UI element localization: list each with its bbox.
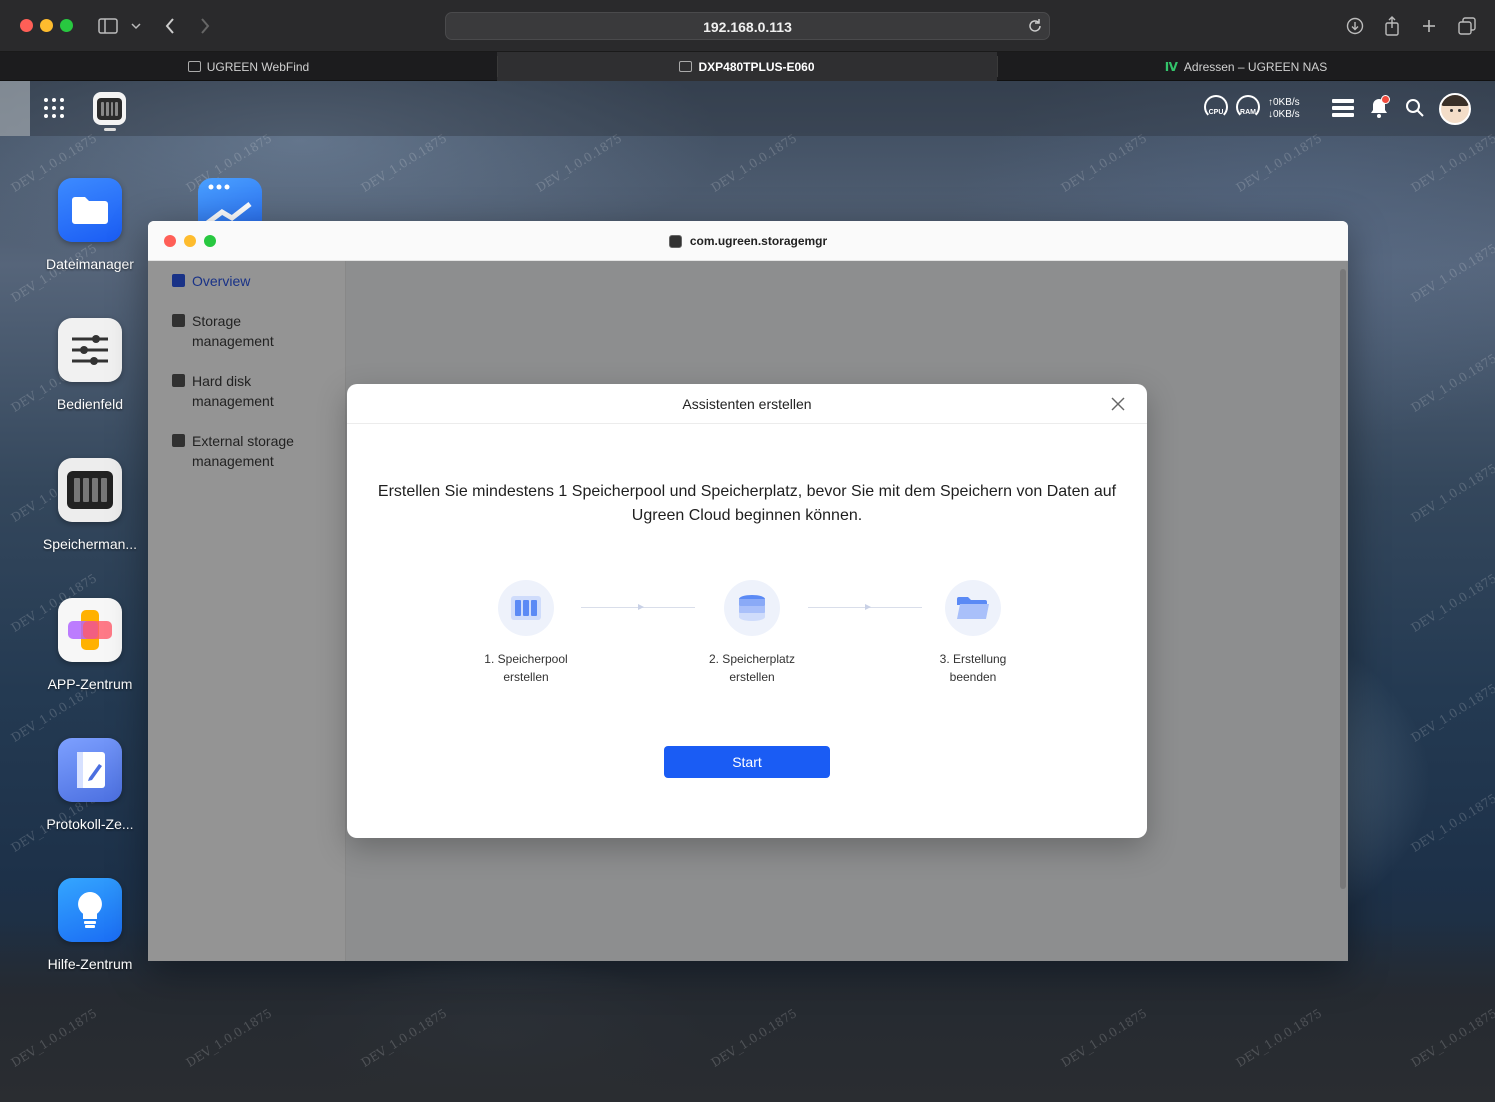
- window-title: com.ugreen.storagemgr: [148, 234, 1348, 248]
- storage-pool-icon: [498, 580, 554, 636]
- watermark: DEV_1.0.0.1875: [1408, 571, 1495, 635]
- storage-manager-taskbar-icon[interactable]: [93, 92, 126, 125]
- upload-speed: ↑0KB/s: [1268, 97, 1300, 108]
- tab-bar: UGREEN WebFind DXP480TPLUS-E060 Ⅳ Adress…: [0, 52, 1495, 81]
- create-wizard-dialog: Assistenten erstellen Erstellen Sie mind…: [347, 384, 1147, 838]
- window-title-text: com.ugreen.storagemgr: [689, 234, 828, 248]
- reload-icon[interactable]: [1027, 18, 1043, 34]
- chevron-down-icon[interactable]: [124, 14, 148, 38]
- dialog-title: Assistenten erstellen: [682, 396, 812, 412]
- watermark: DEV_1.0.0.1875: [708, 131, 800, 195]
- desktop-icon-app-zentrum[interactable]: APP-Zentrum: [40, 598, 140, 692]
- step-create-pool: 1. Speicherpool erstellen: [461, 580, 591, 686]
- collapsed-panel: [0, 81, 30, 136]
- step-label: 3. Erstellung beenden: [939, 652, 1007, 684]
- ram-gauge-icon[interactable]: RAM: [1236, 95, 1260, 119]
- app-grid-icon[interactable]: [44, 98, 64, 118]
- share-icon[interactable]: [1380, 14, 1404, 38]
- notification-bell-icon[interactable]: [1366, 95, 1392, 121]
- download-icon[interactable]: [1343, 14, 1367, 38]
- dialog-description: Erstellen Sie mindestens 1 Speicherpool …: [377, 483, 1117, 524]
- sidebar-toggle-icon[interactable]: [96, 14, 120, 38]
- tab-ugreen-webfind[interactable]: UGREEN WebFind: [0, 52, 497, 81]
- tab-dxp480tplus[interactable]: DXP480TPLUS-E060: [497, 52, 997, 81]
- watermark: DEV_1.0.0.1875: [1408, 351, 1495, 415]
- desktop-icon-bedienfeld[interactable]: Bedienfeld: [40, 318, 140, 412]
- address-bar[interactable]: 192.168.0.113: [445, 12, 1050, 40]
- dialog-header: Assistenten erstellen: [347, 384, 1147, 424]
- folder-icon: [58, 178, 122, 242]
- network-speed[interactable]: ↑0KB/s ↓0KB/s: [1268, 97, 1300, 121]
- browser-toolbar: 192.168.0.113: [0, 0, 1495, 52]
- step-connector: [808, 604, 922, 610]
- sliders-icon: [58, 318, 122, 382]
- forward-button-icon[interactable]: [193, 14, 217, 38]
- watermark: DEV_1.0.0.1875: [358, 131, 450, 195]
- desktop-icon-hilfe-zentrum[interactable]: Hilfe-Zentrum: [40, 878, 140, 972]
- step-finish: 3. Erstellung beenden: [908, 580, 1038, 686]
- notification-badge: [1381, 95, 1390, 104]
- nas-drive-icon: [58, 458, 122, 522]
- watermark: DEV_1.0.0.1875: [1408, 681, 1495, 745]
- cpu-label: CPU: [1208, 109, 1224, 116]
- step-connector: [581, 604, 695, 610]
- tab-divider: [497, 56, 498, 77]
- ram-label: RAM: [1240, 109, 1256, 116]
- step-label: 1. Speicherpool erstellen: [484, 652, 568, 684]
- tab-label: Adressen – UGREEN NAS: [1183, 59, 1328, 74]
- app-icon: [668, 234, 682, 248]
- desktop-icon-label: Hilfe-Zentrum: [47, 956, 133, 972]
- cpu-gauge-icon[interactable]: CPU: [1204, 95, 1228, 119]
- desktop-icon-label: APP-Zentrum: [47, 676, 133, 692]
- watermark: DEV_1.0.0.1875: [1408, 791, 1495, 855]
- step-label: 2. Speicherplatz erstellen: [708, 652, 796, 684]
- tab-label: DXP480TPLUS-E060: [698, 59, 815, 74]
- database-icon: [724, 580, 780, 636]
- desktop-icon-label: Bedienfeld: [56, 396, 124, 412]
- tab-overview-icon[interactable]: [1455, 14, 1479, 38]
- ugreen-leaf-icon: Ⅳ: [1164, 59, 1178, 74]
- minimize-window-button[interactable]: [40, 19, 53, 32]
- desktop-icon-protokoll-zentrum[interactable]: Protokoll-Ze...: [40, 738, 140, 832]
- tab-label: UGREEN WebFind: [206, 59, 310, 74]
- scrollbar[interactable]: [1340, 269, 1346, 889]
- search-icon[interactable]: [1402, 95, 1428, 121]
- log-book-icon: [58, 738, 122, 802]
- watermark: DEV_1.0.0.1875: [1408, 241, 1495, 305]
- watermark: DEV_1.0.0.1875: [533, 131, 625, 195]
- nas-top-bar: CPU RAM ↑0KB/s ↓0KB/s: [0, 81, 1495, 136]
- desktop-icon-label: Dateimanager: [46, 256, 134, 272]
- desktop-icon-dateimanager[interactable]: Dateimanager: [40, 178, 140, 272]
- watermark: DEV_1.0.0.1875: [1408, 131, 1495, 195]
- step-create-volume: 2. Speicherplatz erstellen: [687, 580, 817, 686]
- watermark: DEV_1.0.0.1875: [1233, 131, 1325, 195]
- desktop-icon-label: Speicherman...: [42, 536, 138, 552]
- close-window-button[interactable]: [20, 19, 33, 32]
- tab-adressen[interactable]: Ⅳ Adressen – UGREEN NAS: [997, 52, 1495, 81]
- new-tab-icon[interactable]: [1417, 14, 1441, 38]
- window-title-bar[interactable]: com.ugreen.storagemgr: [148, 221, 1348, 261]
- watermark: DEV_1.0.0.1875: [1408, 461, 1495, 525]
- task-list-icon[interactable]: [1330, 95, 1356, 121]
- back-button-icon[interactable]: [158, 14, 182, 38]
- download-speed: ↓0KB/s: [1268, 109, 1300, 120]
- desktop-icon-label: Protokoll-Ze...: [46, 816, 134, 832]
- running-indicator: [104, 128, 116, 131]
- zoom-window-button[interactable]: [60, 19, 73, 32]
- desktop-icon-speichermanager[interactable]: Speicherman...: [40, 458, 140, 552]
- url-text: 192.168.0.113: [703, 19, 792, 35]
- folder-open-icon: [945, 580, 1001, 636]
- tab-divider: [997, 56, 998, 77]
- app-center-icon: [58, 598, 122, 662]
- page-icon: [187, 61, 201, 72]
- user-avatar[interactable]: [1439, 93, 1471, 125]
- lightbulb-icon: [58, 878, 122, 942]
- page-icon: [679, 61, 693, 72]
- watermark: DEV_1.0.0.1875: [1058, 131, 1150, 195]
- start-button[interactable]: Start: [664, 746, 830, 778]
- close-icon[interactable]: [1109, 395, 1127, 413]
